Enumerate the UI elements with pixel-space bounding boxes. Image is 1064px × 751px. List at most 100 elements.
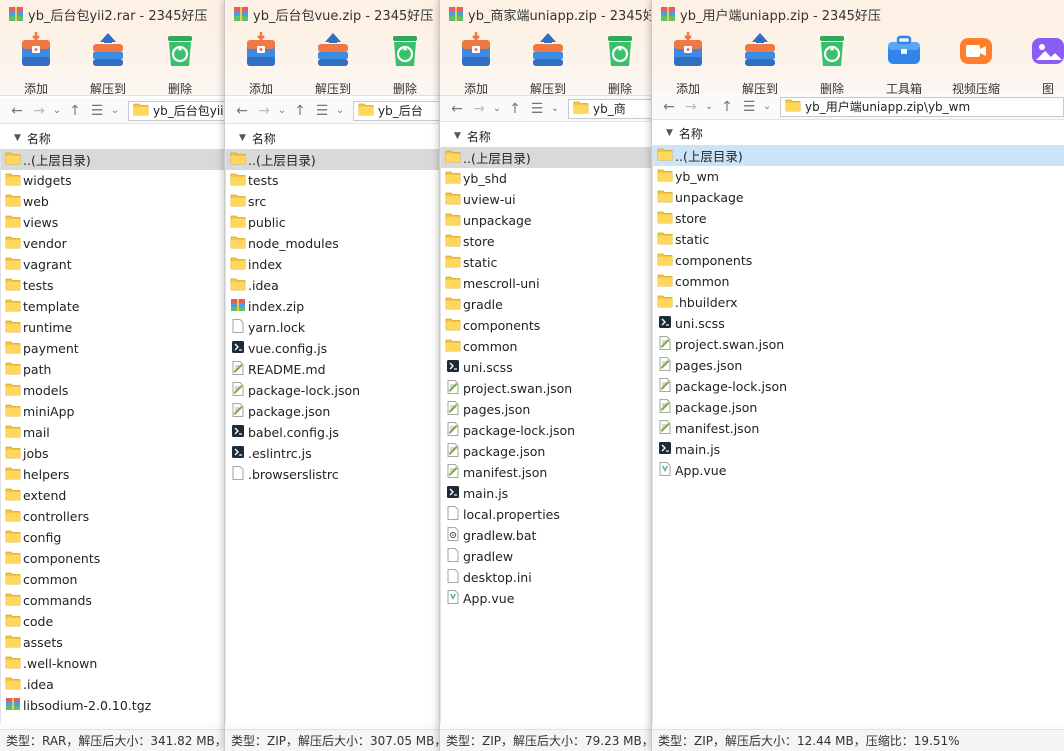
toolbar-add-archive-button[interactable]: 添加	[440, 28, 512, 95]
file-list-item[interactable]: babel.config.js	[226, 422, 440, 443]
file-list-item[interactable]: components	[441, 315, 653, 336]
file-list-item[interactable]: .well-known	[1, 653, 226, 674]
file-list-item[interactable]: common	[653, 271, 1064, 292]
file-list-item[interactable]: vendor	[1, 233, 226, 254]
file-list-item[interactable]: gradle	[441, 294, 653, 315]
archive-window-1[interactable]: yb_后台包yii2.rar - 2345好压 添加 解压到 删除 ← → ⌄ …	[0, 0, 226, 751]
up-folder-arrow-icon[interactable]: ↑	[716, 99, 738, 115]
file-list-item[interactable]: pages.json	[441, 399, 653, 420]
file-list-item[interactable]: unpackage	[653, 187, 1064, 208]
toolbar-video-compress-button[interactable]: 视频压缩	[940, 28, 1012, 95]
file-list-item[interactable]: common	[1, 569, 226, 590]
back-arrow-icon[interactable]: ←	[658, 99, 680, 115]
toolbar-toolbox-button[interactable]: 工具箱	[868, 28, 940, 95]
file-list-item[interactable]: helpers	[1, 464, 226, 485]
up-folder-arrow-icon[interactable]: ↑	[504, 101, 526, 117]
file-list-item[interactable]: gradlew	[441, 546, 653, 567]
file-list-item[interactable]: ..(上层目录)	[653, 145, 1064, 166]
file-list-item[interactable]: libsodium-2.0.10.tgz	[1, 695, 226, 716]
file-list-item[interactable]: store	[441, 231, 653, 252]
file-list-item[interactable]: .idea	[226, 275, 440, 296]
file-list-item[interactable]: template	[1, 296, 226, 317]
file-list-item[interactable]: widgets	[1, 170, 226, 191]
toolbar-add-archive-button[interactable]: 添加	[652, 28, 724, 95]
column-header-name[interactable]: ▼ 名称	[0, 127, 226, 149]
file-list-item[interactable]: public	[226, 212, 440, 233]
forward-arrow-icon[interactable]: →	[28, 103, 50, 119]
file-list-item[interactable]: code	[1, 611, 226, 632]
file-list-item[interactable]: common	[441, 336, 653, 357]
file-list-item[interactable]: README.md	[226, 359, 440, 380]
file-list-item[interactable]: index	[226, 254, 440, 275]
toolbar-recycle-bin-button[interactable]: 删除	[369, 28, 440, 95]
file-list[interactable]: ..(上层目录) tests src public node_modules i…	[225, 149, 440, 723]
file-list-item[interactable]: project.swan.json	[653, 334, 1064, 355]
file-list-item[interactable]: web	[1, 191, 226, 212]
archive-window-2[interactable]: yb_后台包vue.zip - 2345好压 添加 解压到 删除 ← → ⌄ ↑…	[224, 0, 440, 751]
archive-window-3[interactable]: yb_商家端uniapp.zip - 2345好压 添加 解压到 删除 ← → …	[439, 0, 653, 751]
file-list-item[interactable]: .browserslistrc	[226, 464, 440, 485]
file-list-item[interactable]: static	[441, 252, 653, 273]
chevron-down-icon[interactable]: ⌄	[490, 103, 504, 114]
file-list[interactable]: ..(上层目录) yb_wm unpackage store static co…	[652, 145, 1064, 723]
title-bar[interactable]: yb_后台包yii2.rar - 2345好压	[0, 0, 226, 28]
column-header-name[interactable]: ▼ 名称	[440, 125, 653, 147]
file-list-item[interactable]: package-lock.json	[653, 376, 1064, 397]
file-list-item[interactable]: tests	[226, 170, 440, 191]
view-mode-icon[interactable]: ☰	[86, 103, 108, 119]
file-list-item[interactable]: node_modules	[226, 233, 440, 254]
file-list-item[interactable]: mescroll-uni	[441, 273, 653, 294]
column-header-name[interactable]: ▼ 名称	[652, 122, 1064, 144]
file-list-item[interactable]: views	[1, 212, 226, 233]
file-list-item[interactable]: yb_wm	[653, 166, 1064, 187]
file-list-item[interactable]: miniApp	[1, 401, 226, 422]
file-list-item[interactable]: local.properties	[441, 504, 653, 525]
file-list-item[interactable]: main.js	[653, 439, 1064, 460]
chevron-down-icon[interactable]: ⌄	[333, 105, 347, 116]
file-list-item[interactable]: components	[653, 250, 1064, 271]
file-list-item[interactable]: index.zip	[226, 296, 440, 317]
file-list-item[interactable]: package.json	[226, 401, 440, 422]
forward-arrow-icon[interactable]: →	[680, 99, 702, 115]
file-list-item[interactable]: App.vue	[653, 460, 1064, 481]
address-bar[interactable]: yb_商	[568, 98, 653, 119]
chevron-down-icon[interactable]: ⌄	[50, 105, 64, 116]
toolbar-extract-to-button[interactable]: 解压到	[724, 28, 796, 95]
toolbar-recycle-bin-button[interactable]: 删除	[144, 28, 216, 95]
chevron-down-icon[interactable]: ⌄	[760, 101, 774, 112]
file-list-item[interactable]: jobs	[1, 443, 226, 464]
forward-arrow-icon[interactable]: →	[253, 103, 275, 119]
file-list-item[interactable]: store	[653, 208, 1064, 229]
file-list-item[interactable]: package.json	[653, 397, 1064, 418]
file-list-item[interactable]: manifest.json	[441, 462, 653, 483]
up-folder-arrow-icon[interactable]: ↑	[289, 103, 311, 119]
file-list-item[interactable]: uni.scss	[653, 313, 1064, 334]
file-list-item[interactable]: project.swan.json	[441, 378, 653, 399]
file-list-item[interactable]: package-lock.json	[441, 420, 653, 441]
toolbar-add-archive-button[interactable]: 添加	[0, 28, 72, 95]
up-folder-arrow-icon[interactable]: ↑	[64, 103, 86, 119]
file-list-item[interactable]: .idea	[1, 674, 226, 695]
chevron-down-icon[interactable]: ⌄	[702, 101, 716, 112]
file-list-item[interactable]: components	[1, 548, 226, 569]
file-list-item[interactable]: ..(上层目录)	[1, 149, 226, 170]
chevron-down-icon[interactable]: ⌄	[108, 105, 122, 116]
file-list-item[interactable]: models	[1, 380, 226, 401]
view-mode-icon[interactable]: ☰	[738, 99, 760, 115]
file-list-item[interactable]: main.js	[441, 483, 653, 504]
file-list-item[interactable]: controllers	[1, 506, 226, 527]
back-arrow-icon[interactable]: ←	[446, 101, 468, 117]
file-list-item[interactable]: package.json	[441, 441, 653, 462]
file-list-item[interactable]: extend	[1, 485, 226, 506]
file-list-item[interactable]: config	[1, 527, 226, 548]
toolbar-extract-to-button[interactable]: 解压到	[512, 28, 584, 95]
view-mode-icon[interactable]: ☰	[311, 103, 333, 119]
title-bar[interactable]: yb_后台包vue.zip - 2345好压	[225, 0, 440, 28]
file-list-item[interactable]: static	[653, 229, 1064, 250]
file-list-item[interactable]: pages.json	[653, 355, 1064, 376]
address-bar[interactable]: yb_后台包yii2.rar	[128, 100, 226, 121]
file-list-item[interactable]: .hbuilderx	[653, 292, 1064, 313]
file-list-item[interactable]: ..(上层目录)	[226, 149, 440, 170]
file-list-item[interactable]: assets	[1, 632, 226, 653]
file-list-item[interactable]: uview-ui	[441, 189, 653, 210]
